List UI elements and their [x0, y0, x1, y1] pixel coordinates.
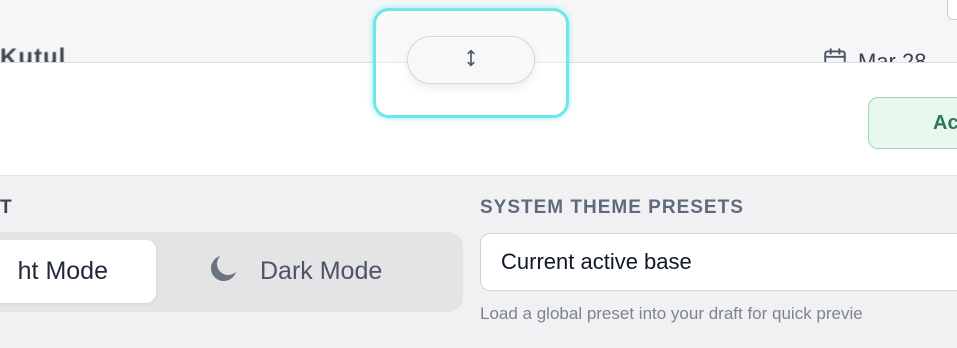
moon-icon — [206, 250, 242, 293]
sheet-drag-handle[interactable] — [407, 36, 535, 84]
theme-presets-label: SYSTEM THEME PRESETS — [480, 197, 744, 218]
add-button[interactable]: Ac — [868, 97, 957, 149]
light-mode-option[interactable]: ht Mode — [0, 240, 156, 303]
vertical-resize-icon — [460, 47, 482, 74]
screen: Kutul Mar 28 Ac T ht Mode — [0, 0, 957, 348]
theme-preset-help-text: Load a global preset into your draft for… — [480, 304, 863, 323]
background-corner-control — [947, 0, 957, 20]
mode-toggle[interactable]: ht Mode Dark Mode — [0, 232, 463, 312]
theme-preset-select[interactable]: Current active base — [480, 233, 957, 291]
dark-mode-label: Dark Mode — [260, 257, 383, 285]
dark-mode-option[interactable]: Dark Mode — [206, 240, 426, 303]
appearance-section-label: T — [0, 197, 13, 218]
